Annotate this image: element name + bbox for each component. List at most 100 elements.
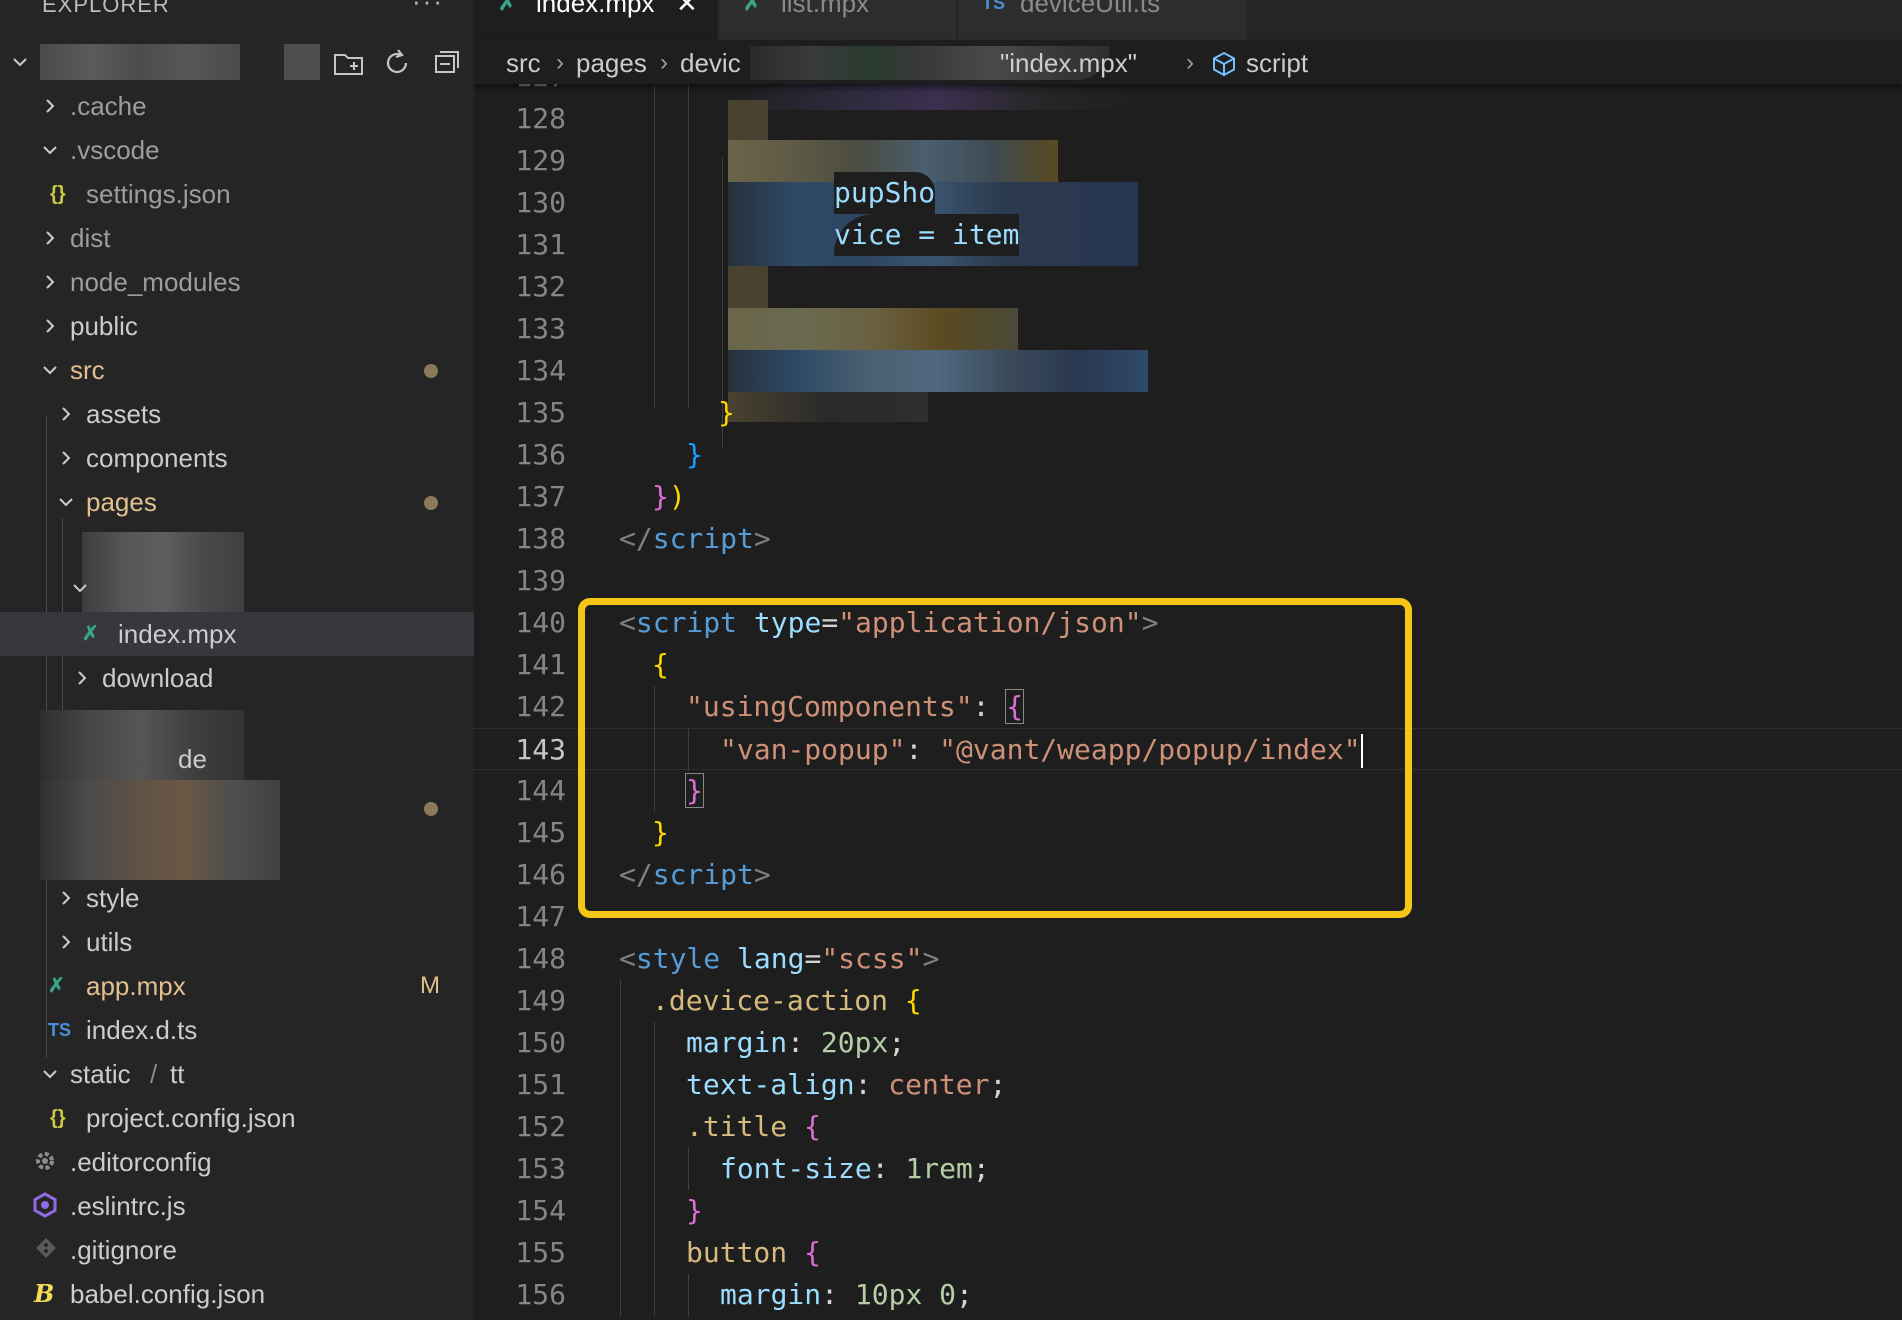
modified-dot	[424, 496, 438, 510]
chevron-down-icon	[38, 1052, 62, 1096]
line-number: 144	[515, 774, 566, 807]
tree-item-components[interactable]: components	[0, 436, 474, 480]
tree-item-eslintrc[interactable]: .eslintrc.js	[0, 1184, 474, 1228]
tree-item-cache[interactable]: .cache	[0, 84, 474, 128]
code-line: 135}	[474, 392, 1902, 434]
code-editor[interactable]: 127 128 129 130 131 132 133 134 pupSho v…	[474, 58, 1902, 1320]
tree-item-label-compact: tt	[170, 1059, 185, 1089]
tree-item-label: .vscode	[70, 135, 160, 165]
tree-item-app-mpx[interactable]: ✗ app.mpx M	[0, 964, 474, 1008]
code-line: 149 .device-action {	[474, 980, 1902, 1022]
tree-item-src[interactable]: src	[0, 348, 474, 392]
workspace-root-row[interactable]	[0, 40, 474, 84]
tree-item-label: .gitignore	[70, 1235, 177, 1265]
code-line: 137})	[474, 476, 1902, 518]
tab-deviceutil-ts[interactable]: TS deviceUtil.ts	[958, 0, 1248, 40]
tree-item-label: index.d.ts	[86, 1015, 198, 1045]
more-actions-icon[interactable]: ···	[412, 0, 444, 17]
tree-item-utils[interactable]: utils	[0, 920, 474, 964]
tree-item-babel-config[interactable]: B babel.config.json	[0, 1272, 474, 1316]
line-number: 139	[515, 564, 566, 597]
tree-item-label: download	[102, 663, 214, 693]
indent-guide	[688, 58, 689, 408]
tree-item-label: public	[70, 311, 138, 341]
tree-item-label: pages	[86, 487, 157, 517]
chevron-right-icon	[38, 84, 62, 128]
modified-dot	[424, 364, 438, 378]
tree-item-redacted-group: de	[0, 700, 474, 880]
breadcrumb-item[interactable]: "index.mpx"	[1000, 48, 1137, 78]
tree-item-node-modules[interactable]: node_modules	[0, 260, 474, 304]
chevron-right-icon	[38, 260, 62, 304]
code-line: 142 "usingComponents": {	[474, 686, 1902, 728]
json-file-icon: {}	[50, 1107, 66, 1129]
line-number: 148	[515, 942, 566, 975]
code-line: 151 text-align: center;	[474, 1064, 1902, 1106]
path-separator: /	[150, 1059, 158, 1089]
tree-item-gitignore[interactable]: .gitignore	[0, 1228, 474, 1272]
mpx-file-icon: ✗	[743, 0, 762, 15]
partial-code: vice = item	[834, 214, 1020, 256]
close-icon[interactable]: ✕	[676, 0, 698, 18]
tree-item-label: .eslintrc.js	[70, 1191, 186, 1221]
tab-bar: ✗ index.mpx ✕ ✗ list.mpx TS deviceUtil.t…	[474, 0, 1902, 40]
tab-index-mpx[interactable]: ✗ index.mpx ✕	[474, 0, 718, 40]
line-number: 136	[515, 438, 566, 471]
tree-item-vscode[interactable]: .vscode	[0, 128, 474, 172]
breadcrumb-item[interactable]: script	[1246, 48, 1308, 78]
modified-dot	[424, 802, 438, 816]
tree-item-public[interactable]: public	[0, 304, 474, 348]
tree-item-download[interactable]: download	[0, 656, 474, 700]
code-line: 146 </script>	[474, 854, 1902, 896]
tree-item-project-config-json[interactable]: {} project.config.json	[0, 1096, 474, 1140]
tree-item-index-d-ts[interactable]: TS index.d.ts	[0, 1008, 474, 1052]
breadcrumb-item[interactable]: src	[506, 48, 541, 78]
code-line: 138 </script>	[474, 518, 1902, 560]
code-line: 148 <style lang="scss">	[474, 938, 1902, 980]
new-folder-icon[interactable]	[332, 46, 366, 80]
tree-item-label: src	[70, 355, 105, 385]
chevron-right-icon	[38, 304, 62, 348]
tree-item-style[interactable]: style	[0, 876, 474, 920]
line-number: 150	[515, 1026, 566, 1059]
line-number: 129	[515, 144, 566, 177]
code-line: 152 .title {	[474, 1106, 1902, 1148]
line-number: 130	[515, 186, 566, 219]
redacted-block	[284, 44, 320, 80]
tree-item-static-tt[interactable]: static / tt	[0, 1052, 474, 1096]
code-line: 145}	[474, 812, 1902, 854]
tree-item-dist[interactable]: dist	[0, 216, 474, 260]
tree-item-label: settings.json	[86, 179, 231, 209]
breadcrumb-item[interactable]: pages	[576, 48, 647, 78]
line-number: 151	[515, 1068, 566, 1101]
tab-label: deviceUtil.ts	[1020, 0, 1161, 18]
line-number: 134	[515, 354, 566, 387]
line-number: 132	[515, 270, 566, 303]
partial-label: de	[178, 744, 207, 774]
chevron-right-icon	[54, 920, 78, 964]
tree-item-label: index.mpx	[118, 619, 237, 649]
tree-item-pages[interactable]: pages	[0, 480, 474, 524]
text-cursor	[1360, 734, 1363, 768]
line-number: 147	[515, 900, 566, 933]
breadcrumb-item[interactable]: devic	[680, 48, 741, 78]
tab-list-mpx[interactable]: ✗ list.mpx	[719, 0, 957, 40]
breadcrumb-separator: ›	[660, 49, 668, 76]
ts-file-icon: TS	[982, 0, 1006, 13]
tree-item-editorconfig[interactable]: .editorconfig	[0, 1140, 474, 1184]
chevron-right-icon	[70, 656, 94, 700]
redacted-code	[728, 100, 768, 142]
tree-item-label: .cache	[70, 91, 147, 121]
tree-item-index-mpx[interactable]: ✗ index.mpx	[0, 612, 474, 656]
babel-icon: B	[34, 1279, 55, 1308]
line-number: 152	[515, 1110, 566, 1143]
collapse-all-icon[interactable]	[428, 46, 462, 80]
tree-item-assets[interactable]: assets	[0, 392, 474, 436]
code-line: 139	[474, 560, 1902, 602]
chevron-right-icon	[54, 876, 78, 920]
code-line: 154}	[474, 1190, 1902, 1232]
tree-item-label: app.mpx	[86, 971, 186, 1001]
tree-item-settings-json[interactable]: {} settings.json	[0, 172, 474, 216]
refresh-icon[interactable]	[380, 46, 414, 80]
tree-item-redacted-folder[interactable]	[0, 524, 474, 612]
